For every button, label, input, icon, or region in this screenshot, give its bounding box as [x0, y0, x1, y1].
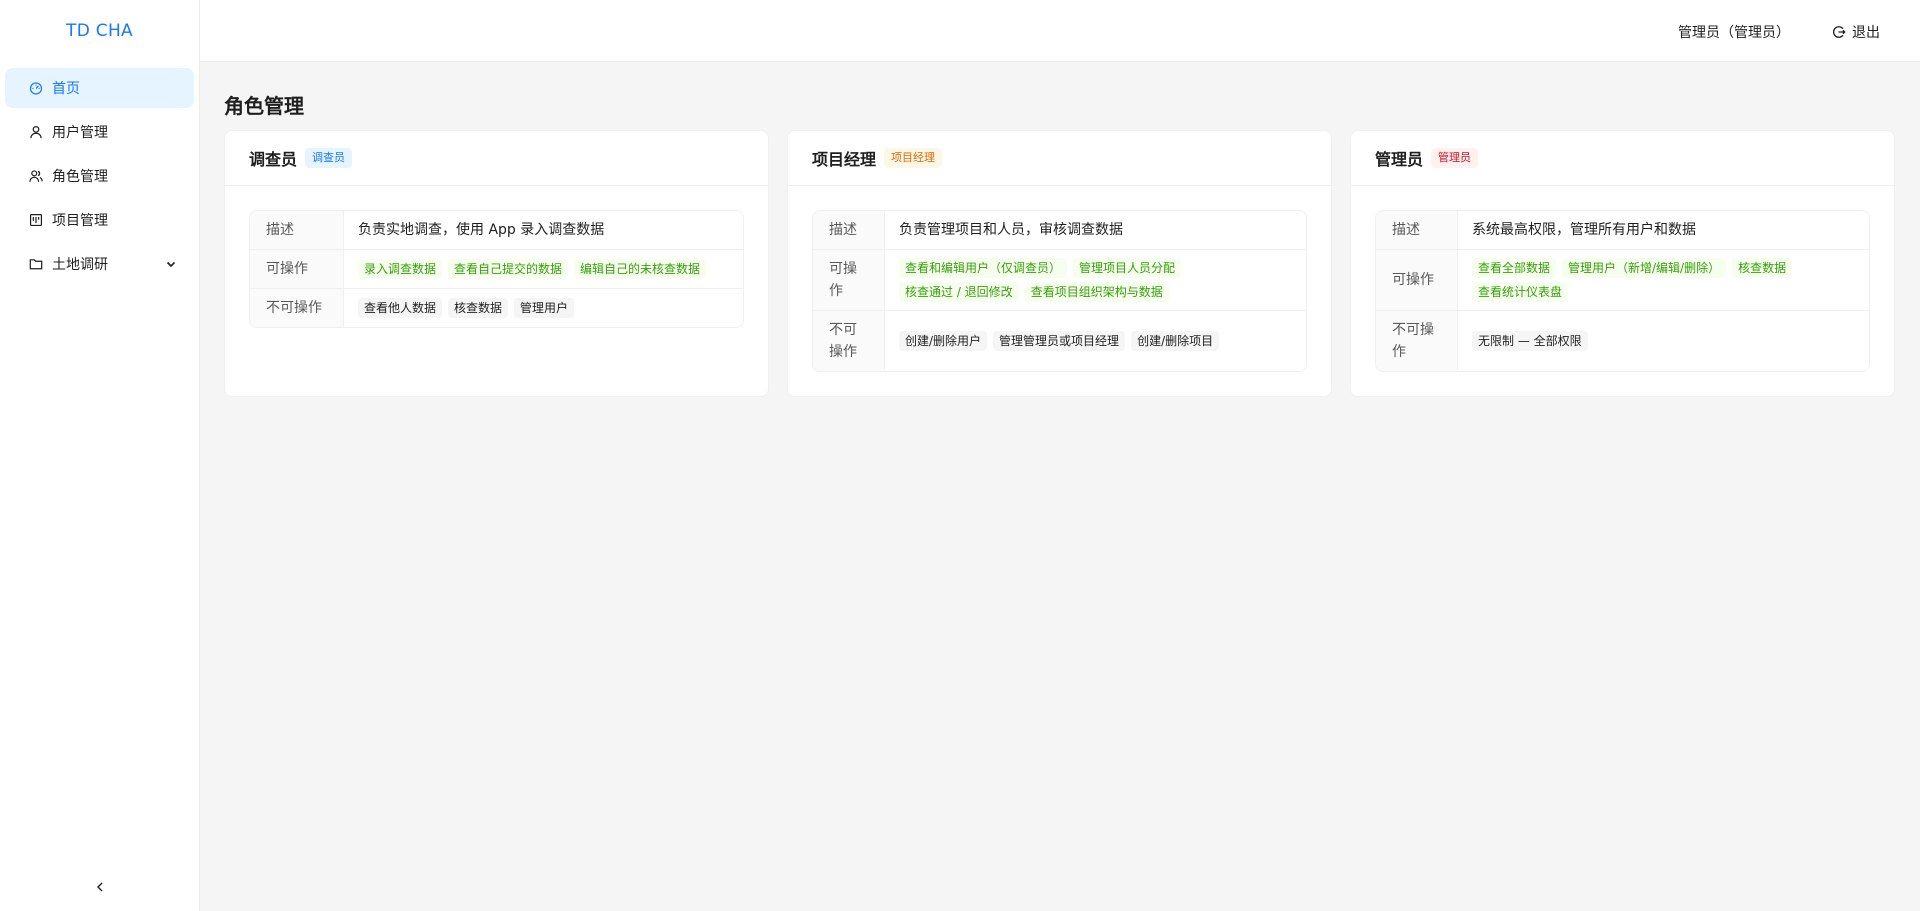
desc-value: 系统最高权限，管理所有用户和数据	[1458, 211, 1869, 250]
permission-tag: 管理项目人员分配	[1073, 258, 1182, 278]
desc-label: 描述	[813, 211, 885, 250]
page-title: 角色管理	[224, 94, 304, 118]
role-tag: 项目经理	[884, 148, 943, 168]
card-header: 调查员 调查员	[225, 131, 768, 186]
sidebar-item-users[interactable]: 用户管理	[5, 112, 194, 152]
chevron-left-icon	[94, 878, 106, 897]
role-card-surveyor: 调查员 调查员 描述 负责实地调查，使用 App 录入调查数据 可操作 录入调查…	[224, 130, 769, 397]
cannot-tags: 无限制 — 全部权限	[1458, 311, 1869, 371]
desc-row: 描述 负责实地调查，使用 App 录入调查数据	[250, 211, 743, 250]
sidebar-item-label: 角色管理	[52, 169, 108, 185]
can-tags: 查看全部数据 管理用户（新增/编辑/删除） 核查数据查看统计仪表盘	[1458, 250, 1869, 311]
desc-label: 描述	[1376, 211, 1458, 250]
logout-icon	[1832, 25, 1846, 39]
cannot-tags: 创建/删除用户 管理管理员或项目经理 创建/删除项目	[885, 311, 1306, 371]
cannot-row: 不可操作 创建/删除用户 管理管理员或项目经理 创建/删除项目	[813, 311, 1306, 371]
role-card-project-manager: 项目经理 项目经理 描述 负责管理项目和人员，审核调查数据 可操作 查看和编辑用…	[787, 130, 1332, 397]
permission-tag: 管理用户（新增/编辑/删除）	[1562, 258, 1727, 278]
chevron-down-icon[interactable]	[164, 257, 178, 271]
cannot-tags: 查看他人数据 核查数据 管理用户	[344, 289, 743, 327]
logout-button[interactable]: 退出	[1832, 22, 1880, 42]
cannot-row: 不可操作 查看他人数据 核查数据 管理用户	[250, 289, 743, 327]
sidebar-item-label: 项目管理	[52, 213, 108, 229]
card-body: 描述 系统最高权限，管理所有用户和数据 可操作 查看全部数据 管理用户（新增/编辑…	[1351, 186, 1894, 396]
role-descriptions: 描述 负责实地调查，使用 App 录入调查数据 可操作 录入调查数据 查看自己提交…	[249, 210, 744, 328]
restriction-tag: 核查数据	[448, 298, 509, 318]
desc-label: 描述	[250, 211, 344, 250]
card-body: 描述 负责管理项目和人员，审核调查数据 可操作 查看和编辑用户（仅调查员） 管理项…	[788, 186, 1331, 396]
sidebar-menu: 首页 用户管理 角色管理 项目管理 土地调研	[0, 62, 199, 284]
desc-value: 负责实地调查，使用 App 录入调查数据	[344, 211, 743, 250]
card-body: 描述 负责实地调查，使用 App 录入调查数据 可操作 录入调查数据 查看自己提交…	[225, 186, 768, 352]
permission-tag: 核查数据	[1732, 258, 1793, 278]
role-tag: 管理员	[1431, 148, 1479, 168]
card-title: 项目经理	[812, 150, 877, 169]
permission-tag: 编辑自己的未核查数据	[574, 259, 707, 279]
main-content: 角色管理 调查员 调查员 描述 负责实地调查，使用 App 录入调查数据 可操作…	[224, 62, 1896, 397]
project-icon	[28, 212, 44, 228]
sidebar-item-label: 用户管理	[52, 125, 108, 141]
sidebar-item-home[interactable]: 首页	[5, 68, 194, 108]
permission-tag: 查看全部数据	[1472, 258, 1557, 278]
cannot-label: 不可操作	[1376, 311, 1458, 371]
desc-row: 描述 负责管理项目和人员，审核调查数据	[813, 211, 1306, 250]
role-descriptions: 描述 负责管理项目和人员，审核调查数据 可操作 查看和编辑用户（仅调查员） 管理项…	[812, 210, 1307, 372]
cannot-label: 不可操作	[813, 311, 885, 371]
folder-icon	[28, 256, 44, 272]
restriction-tag: 创建/删除项目	[1131, 331, 1220, 351]
permission-tag: 查看项目组织架构与数据	[1024, 282, 1169, 302]
can-row: 可操作 录入调查数据 查看自己提交的数据 编辑自己的未核查数据	[250, 250, 743, 289]
cannot-label: 不可操作	[250, 289, 344, 327]
can-row: 可操作 查看全部数据 管理用户（新增/编辑/删除） 核查数据查看统计仪表盘	[1376, 250, 1869, 311]
role-descriptions: 描述 系统最高权限，管理所有用户和数据 可操作 查看全部数据 管理用户（新增/编辑…	[1375, 210, 1870, 372]
cannot-row: 不可操作 无限制 — 全部权限	[1376, 311, 1869, 371]
sidebar-item-land-survey[interactable]: 土地调研	[5, 244, 194, 284]
restriction-tag: 管理用户	[514, 298, 575, 318]
card-header: 项目经理 项目经理	[788, 131, 1331, 186]
restriction-tag: 查看他人数据	[358, 298, 443, 318]
can-row: 可操作 查看和编辑用户（仅调查员） 管理项目人员分配核查通过 / 退回修改 查看项目…	[813, 250, 1306, 311]
can-label: 可操作	[1376, 250, 1458, 311]
permission-tag: 查看统计仪表盘	[1472, 282, 1569, 302]
restriction-tag: 管理管理员或项目经理	[993, 331, 1126, 351]
permission-tag: 查看和编辑用户（仅调查员）	[899, 258, 1068, 278]
sidebar: TD CHA 首页 用户管理 角色管理 项目管理 土地调研	[0, 0, 200, 911]
sidebar-item-roles[interactable]: 角色管理	[5, 156, 194, 196]
role-card-admin: 管理员 管理员 描述 系统最高权限，管理所有用户和数据 可操作 查看全部数据 管理…	[1350, 130, 1895, 397]
permission-tag: 录入调查数据	[358, 259, 443, 279]
dashboard-icon	[28, 80, 44, 96]
app-logo: TD CHA	[66, 21, 133, 41]
desc-value: 负责管理项目和人员，审核调查数据	[885, 211, 1306, 250]
role-cards: 调查员 调查员 描述 负责实地调查，使用 App 录入调查数据 可操作 录入调查…	[224, 130, 1896, 397]
sidebar-item-projects[interactable]: 项目管理	[5, 200, 194, 240]
current-user[interactable]: 管理员（管理员）	[1678, 22, 1790, 42]
card-title: 管理员	[1375, 150, 1424, 169]
card-title: 调查员	[249, 150, 298, 169]
card-header: 管理员 管理员	[1351, 131, 1894, 186]
restriction-tag: 创建/删除用户	[899, 331, 988, 351]
top-header: 管理员（管理员） 退出	[200, 0, 1920, 62]
permission-tag: 核查通过 / 退回修改	[899, 282, 1019, 302]
restriction-tag: 无限制 — 全部权限	[1472, 331, 1588, 351]
sidebar-item-label: 首页	[52, 81, 80, 97]
permission-tag: 查看自己提交的数据	[448, 259, 569, 279]
logout-label: 退出	[1852, 25, 1880, 41]
can-tags: 查看和编辑用户（仅调查员） 管理项目人员分配核查通过 / 退回修改 查看项目组织架构…	[885, 250, 1306, 311]
can-label: 可操作	[250, 250, 344, 289]
sidebar-item-label: 土地调研	[52, 257, 108, 273]
can-tags: 录入调查数据 查看自己提交的数据 编辑自己的未核查数据	[344, 250, 743, 289]
can-label: 可操作	[813, 250, 885, 311]
user-icon	[28, 124, 44, 140]
desc-row: 描述 系统最高权限，管理所有用户和数据	[1376, 211, 1869, 250]
sidebar-collapse-button[interactable]	[0, 863, 199, 911]
team-icon	[28, 168, 44, 184]
role-tag: 调查员	[305, 148, 353, 168]
